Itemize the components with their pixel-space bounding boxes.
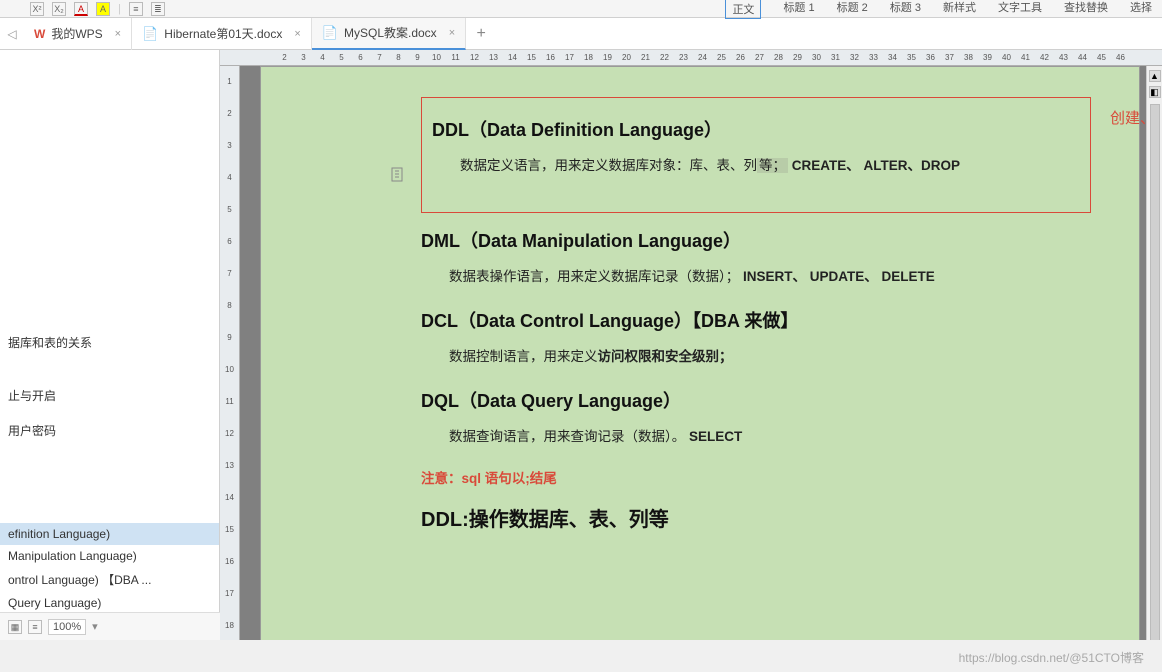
outline-item[interactable]: 据库和表的关系 — [0, 330, 219, 355]
outline-item[interactable]: 用户密码 — [0, 418, 219, 443]
highlight-button[interactable]: A — [96, 2, 110, 16]
style-normal[interactable]: 正文 — [725, 0, 761, 19]
tab-my-wps[interactable]: W 我的WPS × — [24, 18, 132, 50]
subscript-button[interactable]: X₂ — [52, 2, 66, 16]
doc-icon: 📄 — [322, 25, 338, 41]
vertical-scrollbar[interactable]: ▲ ◧ ▼ — [1146, 66, 1162, 640]
zoom-select[interactable]: 100% — [48, 619, 86, 635]
scroll-up-button[interactable]: ▲ — [1149, 70, 1161, 82]
text-tools-button[interactable]: 文字工具 — [998, 0, 1042, 19]
outline-sidebar: 据库和表的关系 止与开启 用户密码 efinition Language) Ma… — [0, 50, 220, 640]
tab-label: Hibernate第01天.docx — [164, 25, 282, 42]
formatting-toolbar: X² X₂ A A | ≡ ≣ 正文 标题 1 标题 2 标题 3 新样式 文字… — [0, 0, 1162, 18]
section-heading: DDL:操作数据库、表、列等 — [421, 503, 1091, 532]
section-body: 数据表操作语言，用来定义数据库记录（数据）； INSERT、 UPDATE、 D… — [421, 265, 1091, 285]
document-tab-bar: ◁ W 我的WPS × 📄 Hibernate第01天.docx × 📄 MyS… — [0, 18, 1162, 50]
wps-logo-icon: W — [34, 27, 45, 41]
find-replace-button[interactable]: 查找替换 — [1064, 0, 1108, 19]
scroll-thumb[interactable] — [1150, 104, 1160, 640]
align-button[interactable]: ≡ — [129, 2, 143, 16]
scroll-opts-button[interactable]: ◧ — [1149, 86, 1161, 98]
outline-item[interactable]: Query Language) — [0, 592, 219, 614]
section-body: 数据控制语言，用来定义访问权限和安全级别； — [421, 345, 1091, 365]
outline-item[interactable]: ontrol Language) 【DBA ... — [0, 567, 219, 592]
superscript-button[interactable]: X² — [30, 2, 44, 16]
section-body: 数据查询语言，用来查询记录（数据）。 SELECT — [421, 425, 1091, 445]
outline-item[interactable]: 止与开启 — [0, 383, 219, 408]
workspace: 据库和表的关系 止与开启 用户密码 efinition Language) Ma… — [0, 50, 1162, 640]
page-marker-icon — [391, 167, 409, 185]
style-h1[interactable]: 标题 1 — [783, 0, 814, 19]
section-title: DML（Data Manipulation Language） — [421, 227, 1091, 253]
doc-icon: 📄 — [142, 26, 158, 42]
outline-list: 据库和表的关系 止与开启 用户密码 efinition Language) Ma… — [0, 50, 219, 640]
outline-item[interactable]: Manipulation Language) — [0, 545, 219, 567]
tab-label: MySQL教案.docx — [344, 24, 437, 41]
style-h3[interactable]: 标题 3 — [890, 0, 921, 19]
new-style-button[interactable]: 新样式 — [943, 0, 976, 19]
outline-item[interactable]: efinition Language) — [0, 523, 219, 545]
status-bar: ▦ ≡ 100% ▾ — [0, 612, 220, 640]
new-tab-button[interactable]: + — [466, 25, 496, 43]
view-page-button[interactable]: ▦ — [8, 620, 22, 634]
watermark-text: https://blog.csdn.net/@51CTO博客 — [959, 649, 1144, 666]
vertical-ruler[interactable]: 123456789101112131415161718 — [220, 66, 240, 640]
document-page[interactable]: DDL（Data Definition Language） 数据定义语言，用来定… — [260, 66, 1140, 640]
select-button[interactable]: 选择 — [1130, 0, 1152, 19]
section-title: DCL（Data Control Language）【DBA 来做】 — [421, 307, 1091, 333]
close-icon[interactable]: × — [449, 27, 455, 39]
horizontal-ruler[interactable]: 2345678910111213141516171819202122232425… — [220, 50, 1162, 66]
close-icon[interactable]: × — [115, 28, 121, 40]
tab-hibernate[interactable]: 📄 Hibernate第01天.docx × — [132, 18, 312, 50]
highlighted-section-box: DDL（Data Definition Language） 数据定义语言，用来定… — [421, 97, 1091, 213]
edit-area: 2345678910111213141516171819202122232425… — [220, 50, 1162, 640]
close-icon[interactable]: × — [294, 28, 300, 40]
tab-mysql[interactable]: 📄 MySQL教案.docx × — [312, 18, 466, 50]
section-body: 数据定义语言，用来定义数据库对象：库、表、列等； CREATE、 ALTER、D… — [432, 154, 1080, 174]
view-outline-button[interactable]: ≡ — [28, 620, 42, 634]
section-title: DQL（Data Query Language） — [421, 387, 1091, 413]
style-h2[interactable]: 标题 2 — [837, 0, 868, 19]
zoom-dropdown-icon[interactable]: ▾ — [92, 620, 98, 633]
font-color-button[interactable]: A — [74, 2, 88, 16]
section-title: DDL（Data Definition Language） — [432, 116, 1080, 142]
list-button[interactable]: ≣ — [151, 2, 165, 16]
tab-label: 我的WPS — [51, 25, 102, 42]
tab-prev-button[interactable]: ◁ — [0, 27, 24, 41]
note-text: 注意：sql 语句以;结尾 — [421, 467, 1091, 487]
